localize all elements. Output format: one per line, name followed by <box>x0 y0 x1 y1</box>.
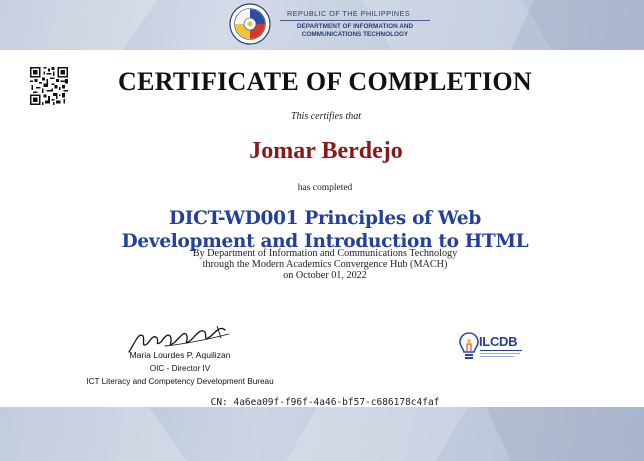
band-shape <box>0 407 199 461</box>
band-shape <box>0 0 172 50</box>
footer-band <box>0 407 644 461</box>
ilcdb-text: ILCDB <box>479 334 518 349</box>
course-title-line1: DICT-WD001 Principles of Web <box>169 208 481 229</box>
ilcdb-subline <box>480 356 514 357</box>
signatory-office: ICT Literacy and Competency Development … <box>86 377 274 386</box>
header-divider <box>280 20 430 21</box>
certificate-title: CERTIFICATE OF COMPLETION <box>118 67 532 96</box>
signatory-name: Maria Lourdes P. Aquilizan <box>129 350 231 360</box>
ilcdb-logo: ILCDB <box>458 330 524 366</box>
signatory-position: OIC - Director IV <box>149 364 211 373</box>
header-department-line2: COMMUNICATIONS TECHNOLOGY <box>301 31 409 38</box>
ilcdb-underline <box>480 350 522 351</box>
certifies-text: This certifies that <box>291 111 361 122</box>
band-shape <box>276 407 474 461</box>
header-agency: REPUBLIC OF THE PHILIPPINES DEPARTMENT O… <box>280 9 430 39</box>
qr-code-icon <box>30 67 68 105</box>
lightbulb-icon <box>459 332 479 359</box>
has-completed-text: has completed <box>297 183 353 193</box>
dict-seal-icon <box>229 3 271 45</box>
band-shape <box>481 407 644 461</box>
issuer-by-line: By Department of Information and Communi… <box>192 248 458 259</box>
recipient-name: Jomar Berdejo <box>249 138 403 164</box>
course-title: DICT-WD001 Principles of Web Development… <box>0 207 644 253</box>
ilcdb-subline <box>480 353 520 354</box>
header-republic: REPUBLIC OF THE PHILIPPINES <box>287 9 410 18</box>
issuer-statement: By Department of Information and Communi… <box>0 248 644 281</box>
issuer-through-line: through the Modern Academics Convergence… <box>202 259 448 270</box>
issue-date: on October 01, 2022 <box>283 270 367 281</box>
header-department-line1: DEPARTMENT OF INFORMATION AND <box>296 23 414 30</box>
